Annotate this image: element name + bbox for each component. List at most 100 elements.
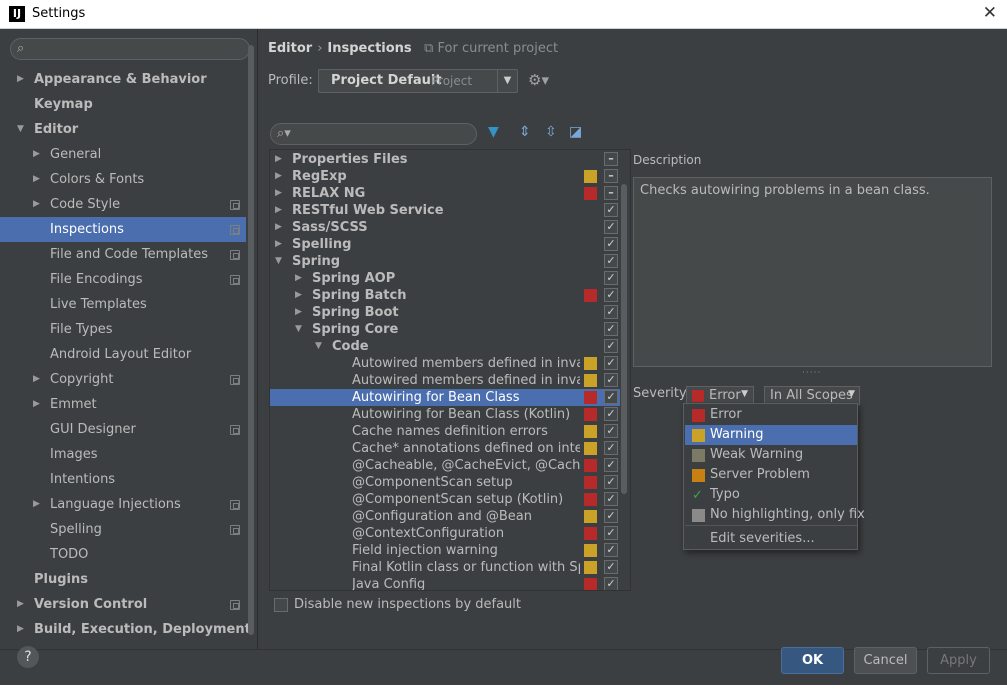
enabled-checkbox[interactable]: ✓ xyxy=(604,339,618,353)
collapsed-arrow-icon[interactable]: ▶ xyxy=(275,202,282,219)
severity-option[interactable]: Server Problem xyxy=(685,465,857,485)
collapsed-arrow-icon[interactable]: ▶ xyxy=(33,392,40,417)
sidebar-item[interactable]: ▶ Code Style xyxy=(0,192,246,217)
severity-option[interactable]: ✓ Typo xyxy=(685,485,857,505)
enabled-checkbox[interactable]: ✓ xyxy=(604,560,618,574)
expanded-arrow-icon[interactable]: ▼ xyxy=(275,253,282,270)
inspection-row[interactable]: @Configuration and @Bean ✓ xyxy=(270,508,620,525)
sidebar-item[interactable]: File Types xyxy=(0,317,246,342)
sidebar-item[interactable]: TODO xyxy=(0,542,246,567)
inspection-row[interactable]: ▼ Spring ✓ xyxy=(270,253,620,270)
inspection-row[interactable]: ▶ Spring AOP ✓ xyxy=(270,270,620,287)
sidebar-item[interactable]: File and Code Templates xyxy=(0,242,246,267)
severity-option[interactable]: Weak Warning xyxy=(685,445,857,465)
enabled-checkbox[interactable]: ✓ xyxy=(604,458,618,472)
sidebar-item[interactable]: GUI Designer xyxy=(0,417,246,442)
inspection-row[interactable]: ▶ RELAX NG – xyxy=(270,185,620,202)
enabled-checkbox[interactable]: ✓ xyxy=(604,526,618,540)
enabled-checkbox[interactable]: ✓ xyxy=(604,492,618,506)
enabled-checkbox[interactable]: ✓ xyxy=(604,305,618,319)
sidebar-item[interactable]: Live Templates xyxy=(0,292,246,317)
inspection-row[interactable]: @ComponentScan setup (Kotlin) ✓ xyxy=(270,491,620,508)
collapsed-arrow-icon[interactable]: ▶ xyxy=(275,168,282,185)
sidebar-item[interactable]: Images xyxy=(0,442,246,467)
enabled-checkbox[interactable]: ✓ xyxy=(604,543,618,557)
inspection-row[interactable]: Java Config ✓ xyxy=(270,576,620,590)
severity-option[interactable]: Error xyxy=(685,405,857,425)
enabled-checkbox[interactable]: ✓ xyxy=(604,288,618,302)
gear-icon[interactable]: ⚙▾ xyxy=(528,71,549,89)
sidebar-item[interactable]: ▶ Build, Execution, Deployment xyxy=(0,617,251,642)
enabled-checkbox[interactable]: ✓ xyxy=(604,509,618,523)
collapsed-arrow-icon[interactable]: ▶ xyxy=(295,287,302,304)
partial-checkbox[interactable]: – xyxy=(604,152,618,166)
enabled-checkbox[interactable]: ✓ xyxy=(604,390,618,404)
enabled-checkbox[interactable]: ✓ xyxy=(604,271,618,285)
enabled-checkbox[interactable]: ✓ xyxy=(604,441,618,455)
inspection-row[interactable]: Autowiring for Bean Class (Kotlin) ✓ xyxy=(270,406,620,423)
collapsed-arrow-icon[interactable]: ▶ xyxy=(275,185,282,202)
expanded-arrow-icon[interactable]: ▼ xyxy=(17,117,24,142)
inspection-row[interactable]: @ComponentScan setup ✓ xyxy=(270,474,620,491)
inspection-row[interactable]: ▶ RegExp – xyxy=(270,168,620,185)
sidebar-item[interactable]: ▶ Emmet xyxy=(0,392,246,417)
collapsed-arrow-icon[interactable]: ▶ xyxy=(275,236,282,253)
inspection-row[interactable]: ▼ Code ✓ xyxy=(270,338,620,355)
inspection-row[interactable]: ▶ Spring Batch ✓ xyxy=(270,287,620,304)
severity-option[interactable]: Warning xyxy=(685,425,857,445)
collapsed-arrow-icon[interactable]: ▶ xyxy=(33,367,40,392)
inspections-scrollbar[interactable] xyxy=(621,184,627,494)
inspection-row[interactable]: Autowired members defined in invalid Spr… xyxy=(270,372,620,389)
apply-button[interactable]: Apply xyxy=(927,647,990,674)
sidebar-item[interactable]: ▶ Appearance & Behavior xyxy=(0,67,246,92)
cancel-button[interactable]: Cancel xyxy=(854,647,917,674)
sidebar-item[interactable]: Keymap xyxy=(0,92,246,117)
sidebar-item[interactable]: File Encodings xyxy=(0,267,246,292)
collapsed-arrow-icon[interactable]: ▶ xyxy=(295,270,302,287)
enabled-checkbox[interactable]: ✓ xyxy=(604,220,618,234)
collapsed-arrow-icon[interactable]: ▶ xyxy=(33,192,40,217)
sidebar-item[interactable]: Inspections xyxy=(0,217,246,242)
sidebar-item[interactable]: ▶ Language Injections xyxy=(0,492,246,517)
help-icon[interactable]: ? xyxy=(17,646,39,668)
sidebar-item[interactable]: ▼ Editor xyxy=(0,117,246,142)
sidebar-scrollbar[interactable] xyxy=(248,45,254,635)
collapsed-arrow-icon[interactable]: ▶ xyxy=(17,617,24,642)
inspection-row[interactable]: @Cacheable, @CacheEvict, @CachePut, @Cac… xyxy=(270,457,620,474)
inspection-row[interactable]: ▶ Spelling ✓ xyxy=(270,236,620,253)
close-icon[interactable]: ✕ xyxy=(983,3,997,23)
inspection-row[interactable]: Field injection warning ✓ xyxy=(270,542,620,559)
collapsed-arrow-icon[interactable]: ▶ xyxy=(33,142,40,167)
partial-checkbox[interactable]: – xyxy=(604,169,618,183)
checkbox-box[interactable] xyxy=(274,598,288,612)
reset-eraser-icon[interactable]: ◪ xyxy=(569,124,582,140)
inspection-row[interactable]: ▶ Spring Boot ✓ xyxy=(270,304,620,321)
inspection-row[interactable]: ▶ Sass/SCSS ✓ xyxy=(270,219,620,236)
enabled-checkbox[interactable]: ✓ xyxy=(604,237,618,251)
collapsed-arrow-icon[interactable]: ▶ xyxy=(17,67,24,92)
ok-button[interactable]: OK xyxy=(781,647,844,674)
sidebar-item[interactable]: ▶ General xyxy=(0,142,246,167)
edit-severities-menu-item[interactable]: Edit severities... xyxy=(685,529,857,549)
enabled-checkbox[interactable]: ✓ xyxy=(604,424,618,438)
enabled-checkbox[interactable]: ✓ xyxy=(604,356,618,370)
enabled-checkbox[interactable]: ✓ xyxy=(604,475,618,489)
inspection-row[interactable]: Cache names definition errors ✓ xyxy=(270,423,620,440)
sidebar-item[interactable]: ▶ Copyright xyxy=(0,367,246,392)
splitter-grip[interactable]: ····· xyxy=(802,368,821,378)
expand-all-icon[interactable]: ⇕ xyxy=(519,124,531,140)
collapsed-arrow-icon[interactable]: ▶ xyxy=(17,592,24,617)
severity-option[interactable]: No highlighting, only fix xyxy=(685,505,865,525)
collapsed-arrow-icon[interactable]: ▶ xyxy=(33,167,40,192)
enabled-checkbox[interactable]: ✓ xyxy=(604,322,618,336)
inspection-row[interactable]: Final Kotlin class or function with Spri… xyxy=(270,559,620,576)
settings-search-input[interactable]: ⌕ xyxy=(10,38,250,60)
sidebar-item[interactable]: Android Layout Editor xyxy=(0,342,246,367)
enabled-checkbox[interactable]: ✓ xyxy=(604,254,618,268)
sidebar-item[interactable]: Plugins xyxy=(0,567,246,592)
sidebar-item[interactable]: Spelling xyxy=(0,517,246,542)
collapsed-arrow-icon[interactable]: ▶ xyxy=(275,219,282,236)
inspection-row[interactable]: Cache* annotations defined on interface/… xyxy=(270,440,620,457)
expanded-arrow-icon[interactable]: ▼ xyxy=(295,321,302,338)
enabled-checkbox[interactable]: ✓ xyxy=(604,577,618,590)
